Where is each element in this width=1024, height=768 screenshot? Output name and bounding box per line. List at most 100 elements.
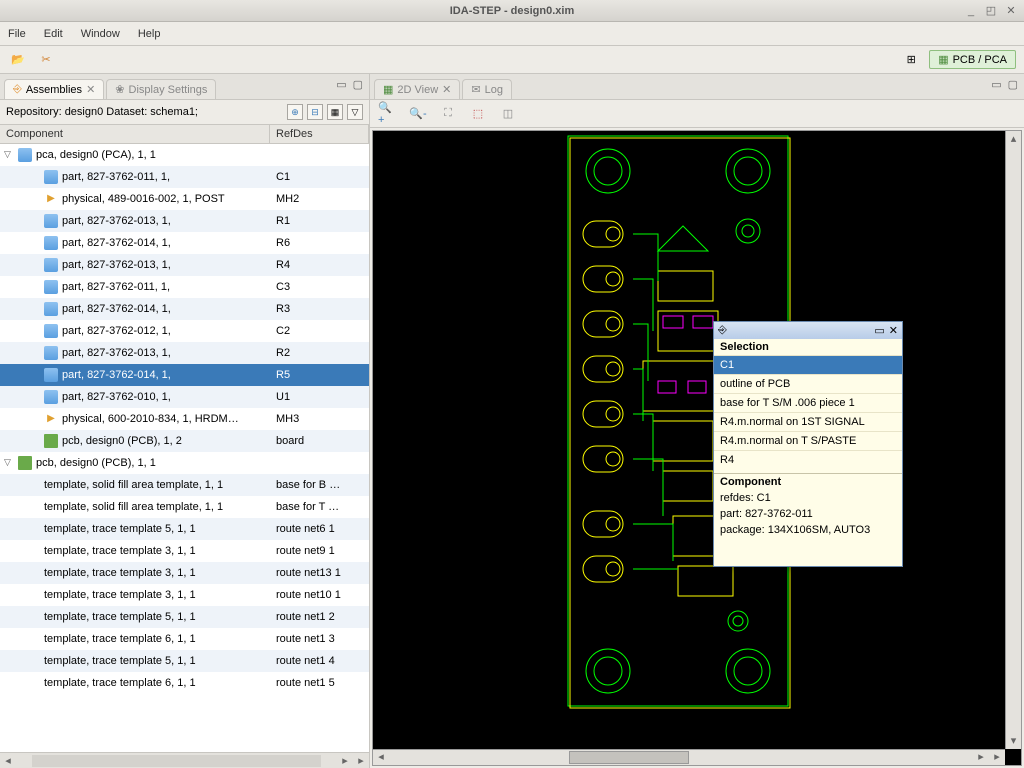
row-component-label: part, 827-3762-013, 1, — [62, 215, 171, 227]
zoom-selection-icon[interactable]: ◫ — [498, 104, 518, 124]
tab-close-icon[interactable]: ✕ — [442, 83, 451, 96]
row-component-label: template, solid fill area template, 1, 1 — [44, 501, 223, 513]
tree-row[interactable]: ▽pcb, design0 (PCB), 1, 1 — [0, 452, 369, 474]
menu-file[interactable]: File — [8, 28, 26, 40]
canvas-hscrollbar[interactable]: ◂ ▸ ▸ — [373, 749, 1005, 765]
row-component-label: pca, design0 (PCA), 1, 1 — [36, 149, 156, 161]
row-refdes-label: MH2 — [270, 193, 369, 205]
tree-row[interactable]: ▶physical, 600-2010-834, 1, HRDM…MH3 — [0, 408, 369, 430]
row-refdes-label: R3 — [270, 303, 369, 315]
zoom-in-icon[interactable]: 🔍+ — [378, 104, 398, 124]
row-component-label: template, trace template 6, 1, 1 — [44, 677, 196, 689]
open-icon[interactable]: 📂 — [8, 50, 28, 70]
tree-row[interactable]: part, 827-3762-010, 1,U1 — [0, 386, 369, 408]
row-component-label: part, 827-3762-013, 1, — [62, 259, 171, 271]
tree-row[interactable]: template, trace template 3, 1, 1route ne… — [0, 584, 369, 606]
scroll-left-icon[interactable]: ◂ — [373, 750, 389, 765]
tree-row[interactable]: part, 827-3762-014, 1,R6 — [0, 232, 369, 254]
menu-help[interactable]: Help — [138, 28, 161, 40]
row-refdes-label: MH3 — [270, 413, 369, 425]
tab-display-settings[interactable]: ❀ Display Settings — [106, 79, 216, 99]
column-refdes[interactable]: RefDes — [270, 125, 369, 143]
tree-row[interactable]: template, trace template 6, 1, 1route ne… — [0, 628, 369, 650]
minimize-view-icon[interactable]: ▭ — [991, 78, 1001, 91]
tree-row[interactable]: template, trace template 5, 1, 1route ne… — [0, 650, 369, 672]
popup-item[interactable]: base for T S/M .006 piece 1 — [714, 393, 902, 412]
tree-row[interactable]: part, 827-3762-014, 1,R3 — [0, 298, 369, 320]
scroll-up-icon[interactable]: ▴ — [1006, 131, 1021, 147]
popup-selection-header: Selection — [714, 339, 902, 355]
zoom-out-icon[interactable]: 🔍- — [408, 104, 428, 124]
twisty-icon[interactable]: ▽ — [4, 149, 14, 160]
tree-row[interactable]: part, 827-3762-012, 1,C2 — [0, 320, 369, 342]
minimize-icon[interactable]: _ — [964, 4, 978, 18]
menu-dropdown-icon[interactable]: ▽ — [347, 104, 363, 120]
tree-row[interactable]: part, 827-3762-011, 1,C1 — [0, 166, 369, 188]
cube-icon — [18, 148, 32, 162]
popup-close-icon[interactable]: ✕ — [889, 324, 898, 337]
tree-row[interactable]: template, trace template 6, 1, 1 route ne… — [0, 672, 369, 694]
tree-row[interactable]: template, solid fill area template, 1, 1… — [0, 474, 369, 496]
popup-item[interactable]: R4 — [714, 450, 902, 469]
popup-component-header: Component — [714, 473, 902, 490]
popup-item[interactable]: C1 — [714, 355, 902, 374]
popup-item[interactable]: outline of PCB — [714, 374, 902, 393]
row-refdes-label: route net6 1 — [270, 523, 369, 535]
maximize-view-icon[interactable]: ▢ — [353, 78, 363, 91]
canvas-vscrollbar[interactable]: ▴ ▾ — [1005, 131, 1021, 749]
cube-icon — [44, 280, 58, 294]
refresh-icon[interactable]: ▦ — [327, 104, 343, 120]
scroll-right-icon[interactable]: ▸ — [337, 754, 353, 767]
assembly-tree[interactable]: ▽ pca, design0 (PCA), 1, 1 part, 827-3762-… — [0, 144, 369, 752]
left-hscrollbar[interactable]: ◂ ▸ ▸ — [0, 752, 369, 768]
expand-all-icon[interactable]: ⊕ — [287, 104, 303, 120]
play-icon: ▶ — [44, 192, 58, 206]
left-tabs: ⎆ Assemblies ✕ ❀ Display Settings ▭ ▢ — [0, 74, 369, 100]
scroll-right-icon-2[interactable]: ▸ — [989, 750, 1005, 765]
scroll-left-icon[interactable]: ◂ — [0, 754, 16, 767]
popup-item[interactable]: R4.m.normal on T S/PASTE — [714, 431, 902, 450]
tree-row[interactable]: template, trace template 5, 1, 1route ne… — [0, 518, 369, 540]
minimize-view-icon[interactable]: ▭ — [336, 78, 346, 91]
popup-minimize-icon[interactable]: ▭ — [874, 324, 884, 337]
cut-icon[interactable]: ✂ — [36, 50, 56, 70]
maximize-icon[interactable]: ◰ — [984, 4, 998, 18]
tab-2d-view[interactable]: ▦ 2D View ✕ — [374, 79, 460, 99]
menu-edit[interactable]: Edit — [44, 28, 63, 40]
tree-row[interactable]: part, 827-3762-014, 1,R5 — [0, 364, 369, 386]
column-component[interactable]: Component — [0, 125, 270, 143]
row-refdes-label: route net1 5 — [270, 677, 369, 689]
pcb-canvas[interactable]: ⎆ ▭ ✕ Selection C1outline of PCBbase for… — [372, 130, 1022, 766]
tree-row[interactable]: template, trace template 5, 1, 1route ne… — [0, 606, 369, 628]
zoom-fit-icon[interactable]: ⛶ — [438, 104, 458, 124]
close-icon[interactable]: ✕ — [1004, 4, 1018, 18]
tree-row[interactable]: template, solid fill area template, 1, 1… — [0, 496, 369, 518]
tab-log[interactable]: ✉ Log — [462, 79, 512, 99]
view2d-icon: ▦ — [383, 83, 393, 96]
menu-window[interactable]: Window — [81, 28, 120, 40]
scroll-down-icon[interactable]: ▾ — [1006, 733, 1021, 749]
zoom-region-icon[interactable]: ⬚ — [468, 104, 488, 124]
scroll-right-icon-2[interactable]: ▸ — [353, 754, 369, 767]
tree-row[interactable]: part, 827-3762-013, 1,R2 — [0, 342, 369, 364]
row-component-label: template, solid fill area template, 1, 1 — [44, 479, 223, 491]
tree-row[interactable]: ▽ pca, design0 (PCA), 1, 1 — [0, 144, 369, 166]
tree-row[interactable]: part, 827-3762-011, 1,C3 — [0, 276, 369, 298]
tab-close-icon[interactable]: ✕ — [86, 83, 95, 96]
row-refdes-label: route net13 1 — [270, 567, 369, 579]
maximize-view-icon[interactable]: ▢ — [1008, 78, 1018, 91]
scroll-right-icon[interactable]: ▸ — [973, 750, 989, 765]
tree-row[interactable]: template, trace template 3, 1, 1route ne… — [0, 562, 369, 584]
tree-row[interactable]: part, 827-3762-013, 1,R4 — [0, 254, 369, 276]
tree-row[interactable]: pcb, design0 (PCB), 1, 2board — [0, 430, 369, 452]
tree-row[interactable]: part, 827-3762-013, 1,R1 — [0, 210, 369, 232]
popup-icon: ⎆ — [718, 324, 727, 337]
tab-assemblies[interactable]: ⎆ Assemblies ✕ — [4, 79, 104, 99]
tree-row[interactable]: template, trace template 3, 1, 1route ne… — [0, 540, 369, 562]
perspective-icon[interactable]: ⊞ — [901, 50, 921, 70]
popup-item[interactable]: R4.m.normal on 1ST SIGNAL — [714, 412, 902, 431]
tree-row[interactable]: ▶physical, 489-0016-002, 1, POSTMH2 — [0, 188, 369, 210]
perspective-button[interactable]: ▦ PCB / PCA — [929, 50, 1016, 69]
twisty-icon[interactable]: ▽ — [4, 457, 14, 468]
collapse-all-icon[interactable]: ⊟ — [307, 104, 323, 120]
